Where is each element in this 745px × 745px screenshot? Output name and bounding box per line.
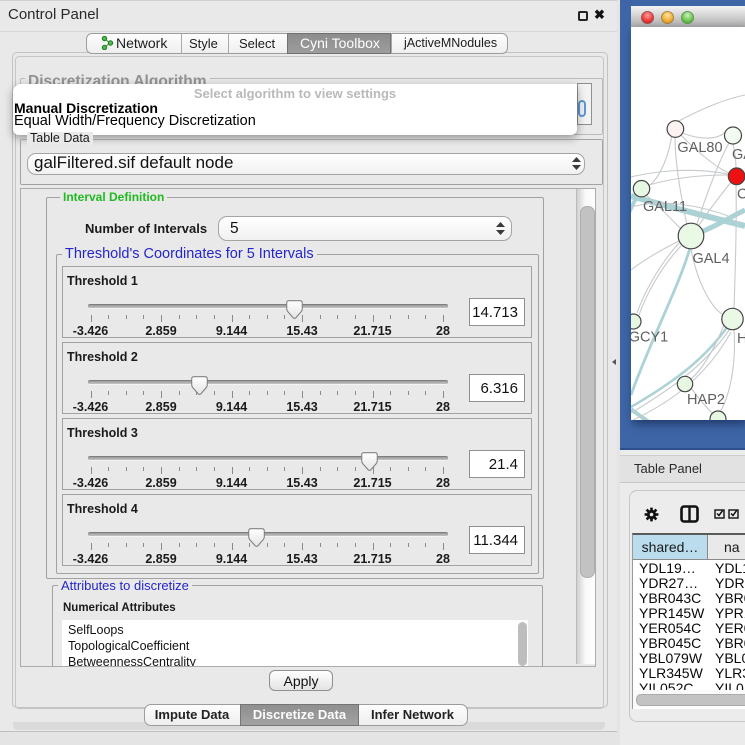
svg-text:GAL4: GAL4 <box>692 251 729 267</box>
svg-text:HAP2: HAP2 <box>687 392 725 408</box>
svg-text:GCY1: GCY1 <box>631 330 668 346</box>
svg-text:CR: CR <box>737 187 745 203</box>
svg-text:GAL11: GAL11 <box>643 199 687 215</box>
svg-text:GAL: GAL <box>732 147 745 163</box>
svg-text:GAL80: GAL80 <box>677 140 722 156</box>
svg-text:HA: HA <box>737 331 745 347</box>
